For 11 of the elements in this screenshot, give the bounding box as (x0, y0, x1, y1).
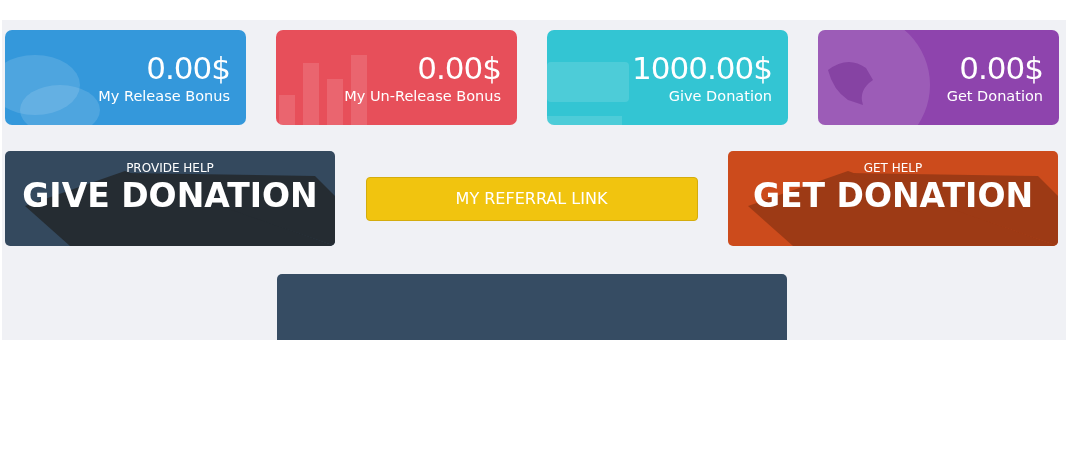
amount: 0.00$ (146, 49, 230, 86)
give-donation-button[interactable]: PROVIDE HELP GIVE DONATION (5, 151, 335, 246)
amount: 1000.00$ (632, 49, 772, 86)
card-label: My Release Bonus (98, 86, 230, 106)
card-label: Get Donation (946, 86, 1043, 106)
get-donation-button[interactable]: GET HELP GET DONATION (728, 151, 1058, 246)
card-label: My Un-Release Bonus (344, 86, 501, 106)
wallet-icon (547, 62, 629, 125)
amount: 0.00$ (417, 49, 501, 86)
amount: 0.00$ (959, 49, 1043, 86)
card-label: Give Donation (668, 86, 772, 106)
